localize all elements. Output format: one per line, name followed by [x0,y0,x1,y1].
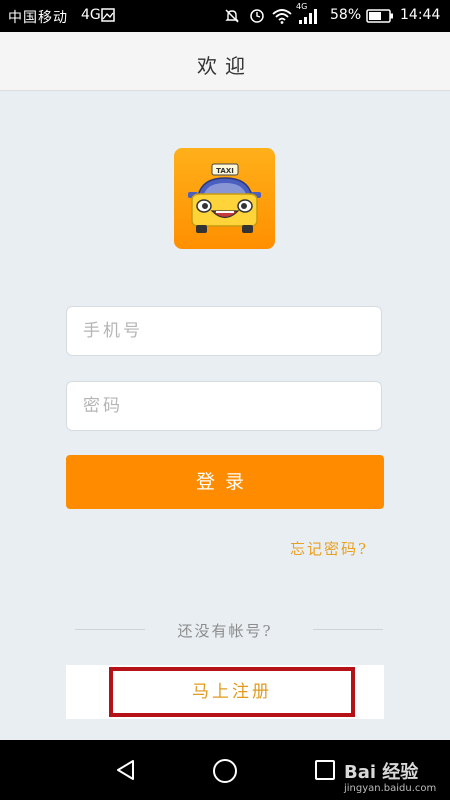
phone-field-wrapper [66,306,382,356]
status-bar: 中国移动 4G 4G 58% 14:44 [0,0,450,32]
forgot-password-link[interactable]: 忘记密码? [290,538,368,559]
watermark: Bai 经验 jingyan.baidu.com [330,752,448,798]
phone-input[interactable] [67,307,381,355]
watermark-url: jingyan.baidu.com [344,783,437,794]
alarm-icon [250,9,264,23]
back-icon[interactable] [114,758,138,782]
home-icon[interactable] [212,758,238,784]
password-field-wrapper [66,381,382,431]
register-prompt: 还没有帐号? [177,622,273,640]
watermark-brand: Bai 经验 [344,762,419,783]
app-logo: TAXI [174,148,275,249]
battery-icon [366,9,393,23]
network-type: 4G [81,7,101,23]
register-button[interactable]: 马上注册 [109,667,355,717]
header: 欢迎 [0,32,450,91]
image-icon [101,8,115,22]
divider-right [313,629,383,630]
silent-icon [225,9,239,23]
login-button[interactable]: 登录 [66,455,384,509]
page-title: 欢迎 [197,54,253,78]
clock: 14:44 [400,7,441,23]
taxi-label: TAXI [216,167,234,175]
battery-percentage: 58% [330,7,362,23]
carrier-label: 中国移动 [8,10,68,26]
taxi-icon: TAXI [188,163,261,233]
wifi-icon [272,9,292,24]
password-input[interactable] [67,382,381,430]
signal-icon [299,9,317,24]
